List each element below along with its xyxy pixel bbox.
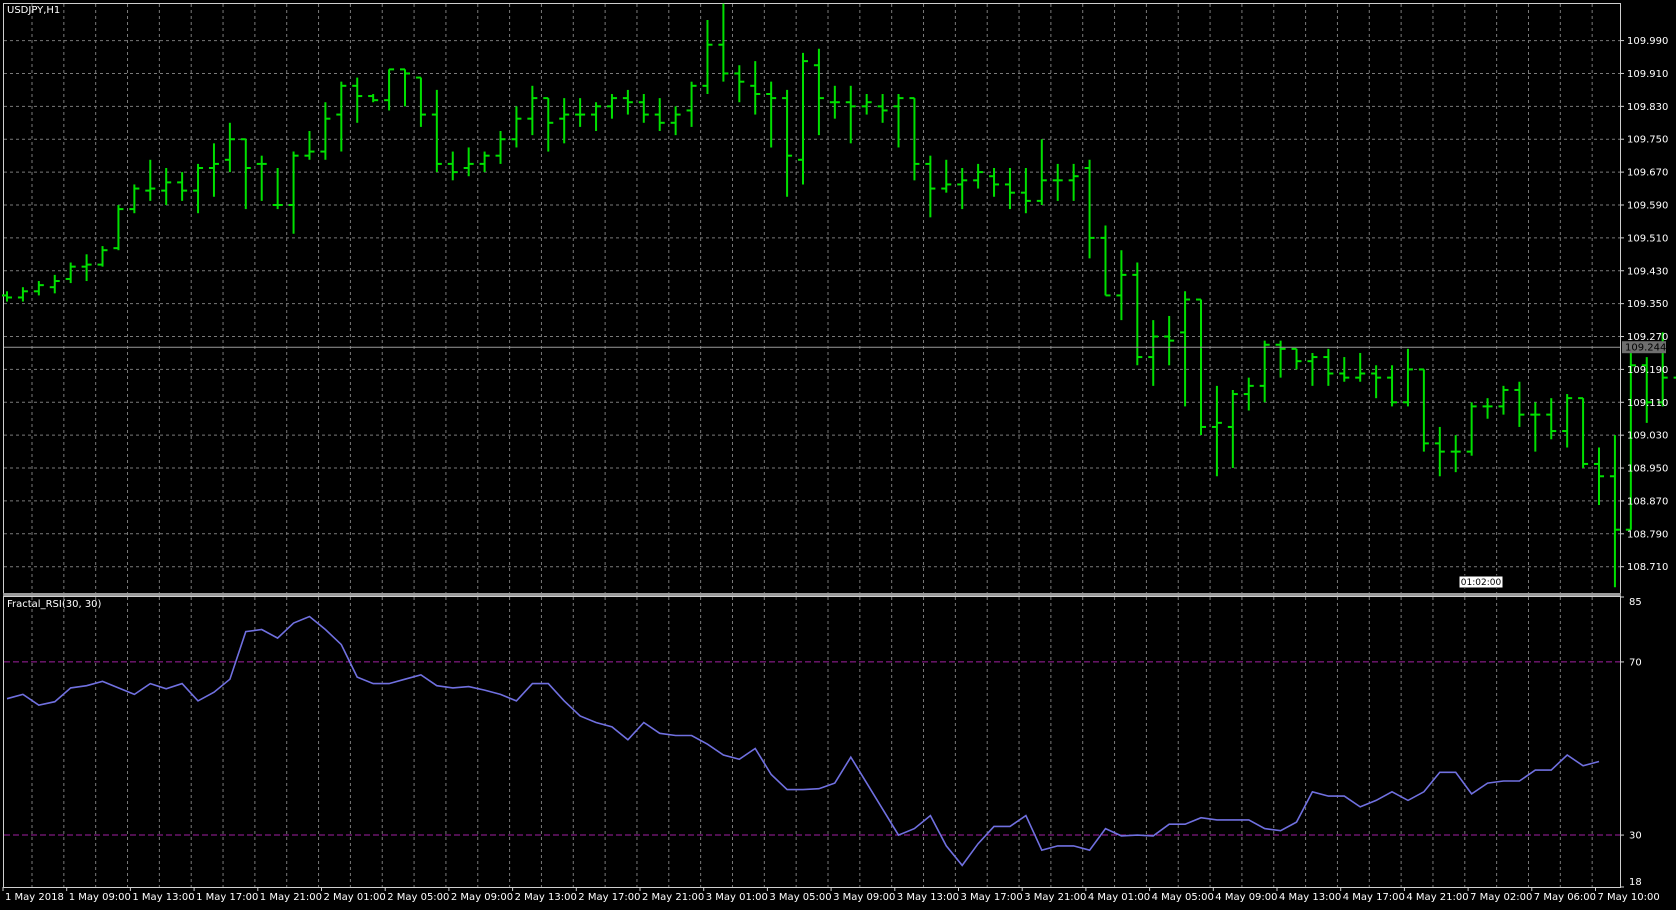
x-tick-label: 4 May 09:00 [1215, 892, 1277, 903]
y-tick-label: 109.670 [1627, 168, 1668, 179]
x-tick-label: 7 May 06:00 [1534, 892, 1596, 903]
x-tick-label: 3 May 01:00 [706, 892, 768, 903]
x-tick-label: 2 May 13:00 [515, 892, 577, 903]
x-tick-label: 3 May 17:00 [961, 892, 1023, 903]
y-tick-label: 109.750 [1627, 135, 1668, 146]
x-tick-label: 4 May 01:00 [1088, 892, 1150, 903]
y-tick-label: 109.830 [1627, 102, 1668, 113]
x-tick-label: 3 May 13:00 [897, 892, 959, 903]
current-price-label: 109.244 [1625, 343, 1666, 354]
y-tick-label: 109.030 [1627, 431, 1668, 442]
y-tick-label: 109.910 [1627, 69, 1668, 80]
rsi-tick-label: 70 [1629, 657, 1642, 668]
y-tick-label: 109.990 [1627, 36, 1668, 47]
x-tick-label: 1 May 13:00 [132, 892, 194, 903]
y-tick-label: 109.110 [1627, 398, 1668, 409]
y-tick-label: 109.430 [1627, 266, 1668, 277]
y-tick-label: 108.950 [1627, 464, 1668, 475]
x-tick-label: 4 May 13:00 [1279, 892, 1341, 903]
rsi-tick-label: 30 [1629, 831, 1642, 842]
x-tick-label: 2 May 17:00 [578, 892, 640, 903]
y-tick-label: 109.190 [1627, 365, 1668, 376]
indicator-title: Fractal_RSI(30, 30) [7, 599, 102, 610]
chart-title: USDJPY,H1 [7, 5, 60, 16]
chart-background [0, 0, 1676, 910]
x-tick-label: 2 May 21:00 [642, 892, 704, 903]
x-tick-label: 2 May 05:00 [387, 892, 449, 903]
x-tick-label: 1 May 09:00 [69, 892, 131, 903]
y-tick-label: 108.870 [1627, 496, 1668, 507]
y-tick-label: 109.510 [1627, 233, 1668, 244]
x-tick-label: 7 May 10:00 [1598, 892, 1660, 903]
x-tick-label: 1 May 2018 [5, 892, 64, 903]
y-tick-label: 108.710 [1627, 562, 1668, 573]
rsi-tick-label: 18 [1629, 877, 1642, 888]
x-tick-label: 2 May 09:00 [451, 892, 513, 903]
x-tick-label: 4 May 05:00 [1152, 892, 1214, 903]
y-tick-label: 108.790 [1627, 529, 1668, 540]
svg-text:01:02:00: 01:02:00 [1461, 578, 1502, 588]
y-tick-label: 109.350 [1627, 299, 1668, 310]
time-marker: 01:02:00 [1458, 575, 1504, 589]
x-tick-label: 2 May 01:00 [324, 892, 386, 903]
x-tick-label: 7 May 02:00 [1470, 892, 1532, 903]
rsi-tick-label: 85 [1629, 597, 1642, 608]
x-tick-label: 4 May 17:00 [1343, 892, 1405, 903]
x-tick-label: 3 May 21:00 [1024, 892, 1086, 903]
x-tick-label: 1 May 21:00 [260, 892, 322, 903]
x-tick-label: 4 May 21:00 [1406, 892, 1468, 903]
y-tick-label: 109.590 [1627, 200, 1668, 211]
x-tick-label: 3 May 05:00 [769, 892, 831, 903]
x-tick-label: 1 May 17:00 [196, 892, 258, 903]
chart-window[interactable]: 109.990 109.910 109.830 109.750 109.670 109.5… [0, 0, 1676, 910]
x-tick-label: 3 May 09:00 [833, 892, 895, 903]
